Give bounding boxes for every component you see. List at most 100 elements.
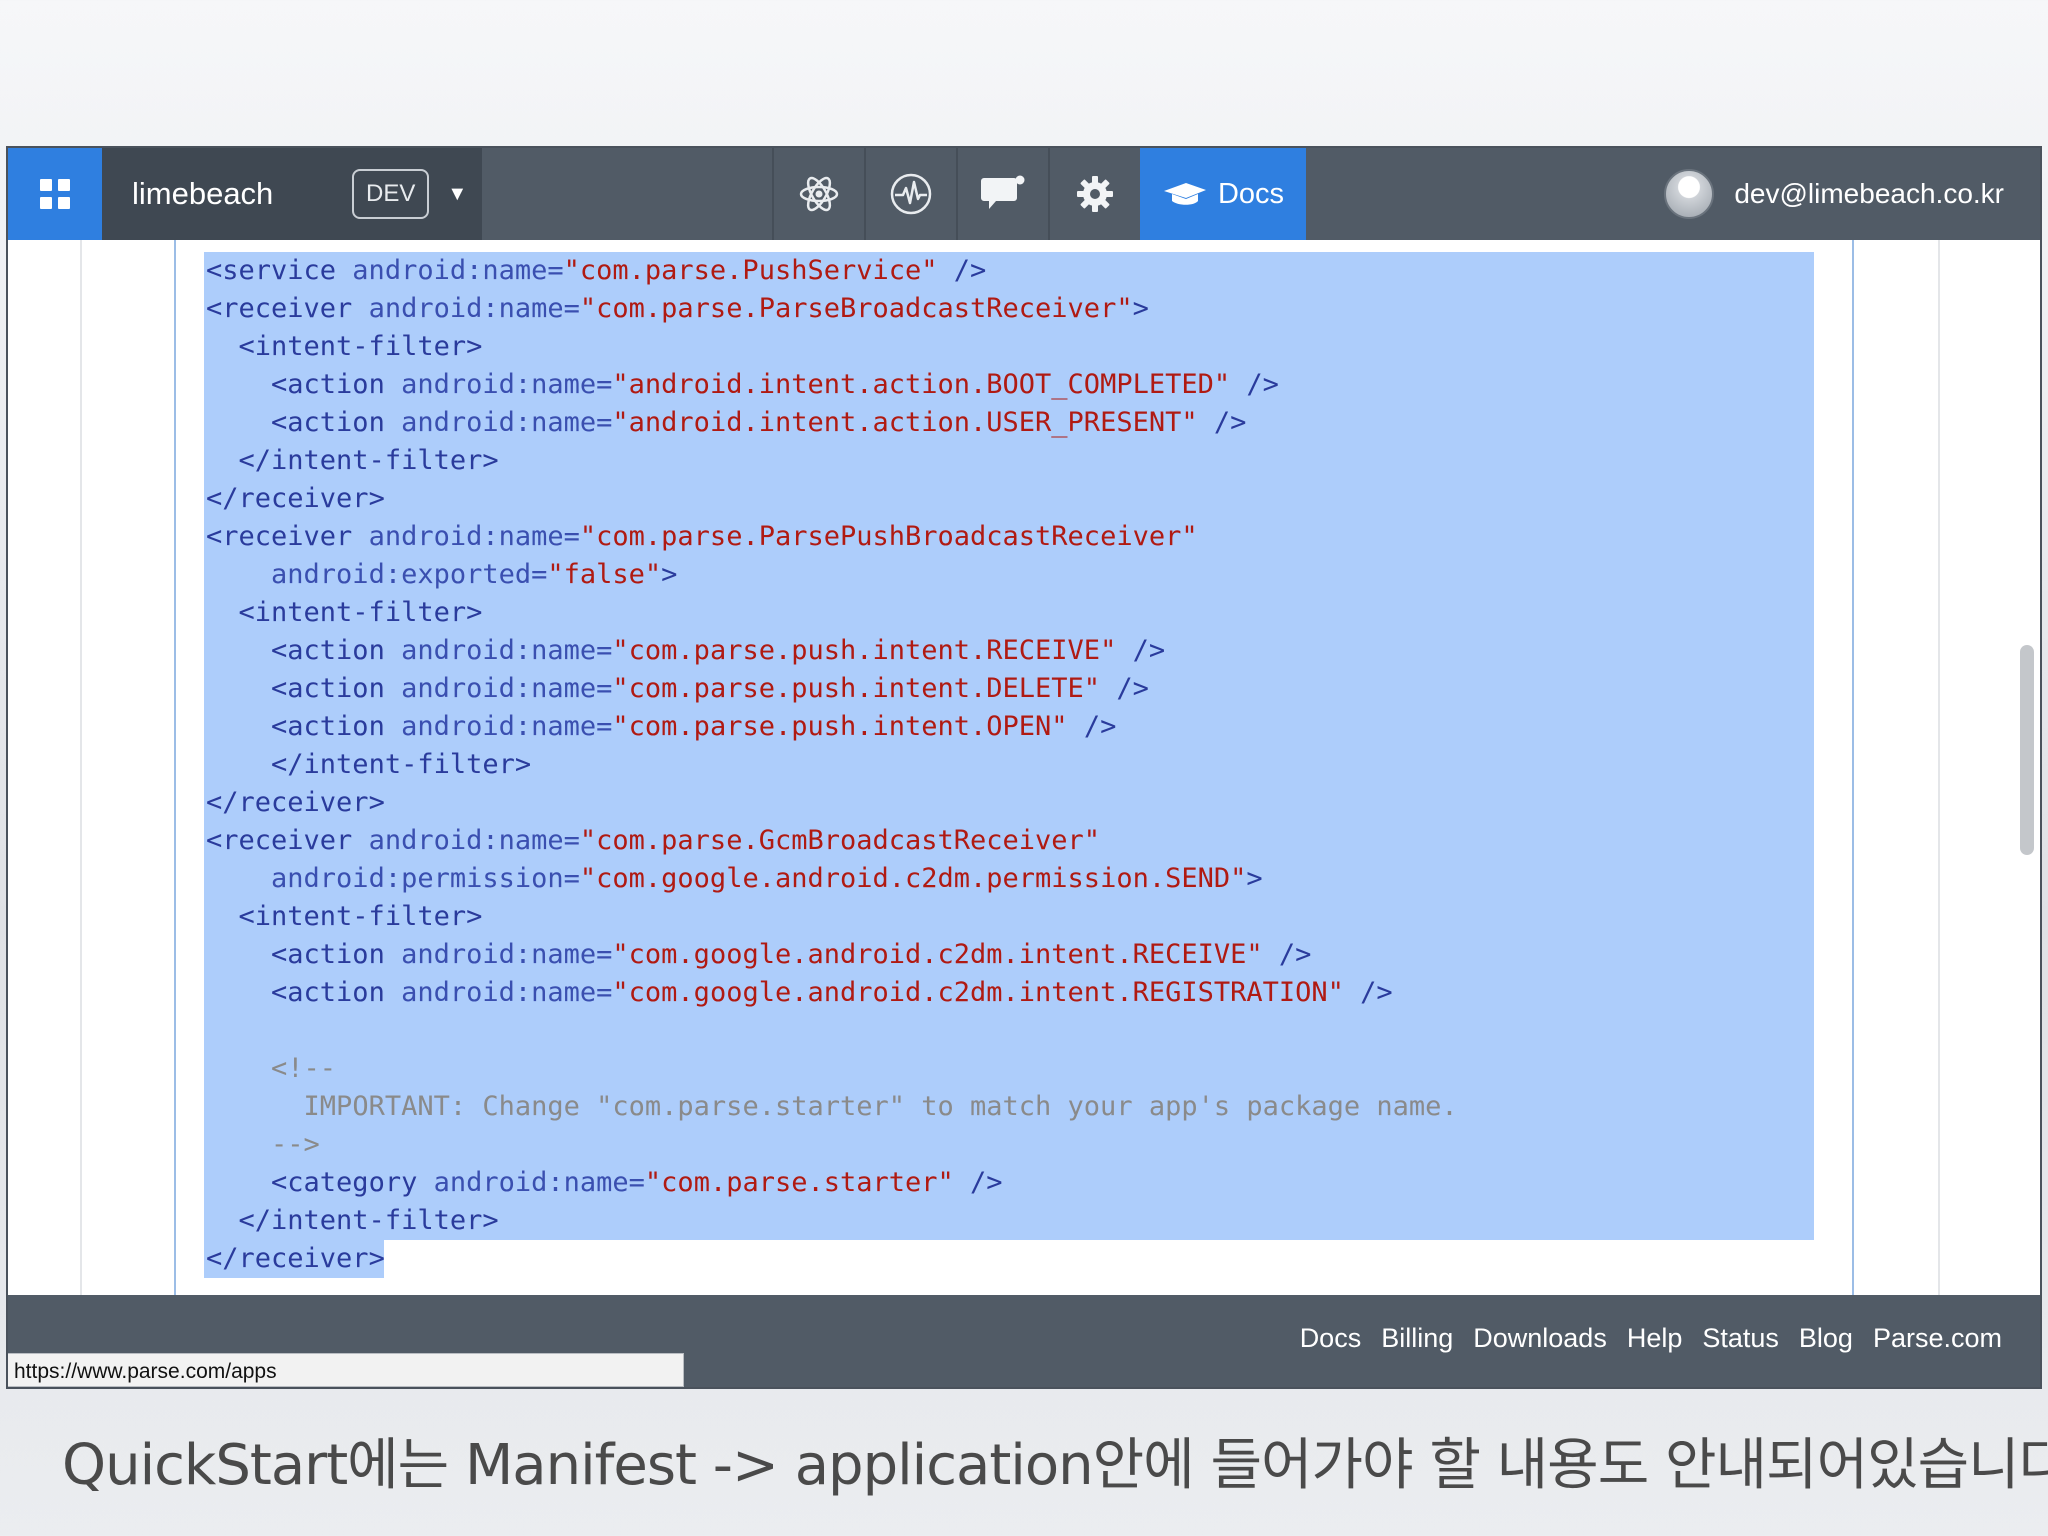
footer-link-downloads[interactable]: Downloads (1473, 1323, 1607, 1354)
environment-badge[interactable]: DEV (352, 169, 430, 219)
content-area: <service android:name="com.parse.PushSer… (8, 240, 2040, 1295)
docs-button[interactable]: Docs (1140, 148, 1306, 240)
code-value: "com.parse.ParseBroadcastReceiver" (579, 293, 1133, 324)
grid-icon (40, 179, 70, 209)
code-line: <intent-filter> (206, 594, 1856, 632)
code-line: </receiver> (206, 1240, 1856, 1278)
code-tag: </intent-filter (238, 445, 483, 476)
code-value: "com.parse.GcmBroadcastReceiver" (579, 825, 1101, 856)
footer-link-help[interactable]: Help (1627, 1323, 1683, 1354)
code-line: </intent-filter> (206, 442, 1856, 480)
code-tag-end: /> (1100, 673, 1149, 704)
code-tag-end: /> (1197, 407, 1247, 438)
code-line: </receiver> (206, 480, 1856, 518)
code-attr: android:name= (384, 977, 613, 1008)
code-comment: --> (271, 1129, 320, 1160)
code-attr: android:name= (352, 521, 580, 552)
code-tag-end: /> (1230, 369, 1279, 400)
status-bar-url: https://www.parse.com/apps (8, 1353, 684, 1387)
code-value: "android.intent.action.BOOT_COMPLETED" (612, 369, 1231, 400)
code-value: "false" (547, 559, 662, 590)
code-comment: IMPORTANT: Change "com.parse.starter" to… (303, 1091, 1458, 1122)
code-attr: android:name= (417, 1167, 645, 1198)
code-attr: android:name= (384, 369, 613, 400)
code-line: </receiver> (206, 784, 1856, 822)
code-block[interactable]: <service android:name="com.parse.PushSer… (206, 252, 1856, 1278)
code-line: <!-- (206, 1050, 1856, 1088)
code-attr: android:name= (352, 825, 580, 856)
code-tag: </receiver (206, 1243, 369, 1274)
caret-down-icon[interactable]: ▼ (447, 183, 467, 206)
code-value: "com.google.android.c2dm.intent.RECEIVE" (612, 939, 1263, 970)
slide-caption: QuickStart에는 Manifest -> application안에 들… (62, 1433, 2048, 1498)
code-tag: <action (271, 977, 385, 1008)
footer-link-docs[interactable]: Docs (1300, 1323, 1362, 1354)
analytics-pulse-icon (890, 173, 932, 215)
push-button[interactable] (956, 148, 1048, 240)
code-tag: </receiver (206, 483, 369, 514)
code-tag: <action (271, 673, 385, 704)
code-tag: <receiver (206, 293, 353, 324)
code-value: "android.intent.action.USER_PRESENT" (612, 407, 1198, 438)
code-line: <receiver android:name="com.parse.GcmBro… (206, 822, 1856, 860)
code-tag-end: /> (1262, 939, 1312, 970)
code-tag-end: /> (953, 1167, 1003, 1198)
footer-link-billing[interactable]: Billing (1381, 1323, 1453, 1354)
code-line: <intent-filter> (206, 898, 1856, 936)
footer-link-parse-com[interactable]: Parse.com (1873, 1323, 2002, 1354)
graduation-cap-icon (1163, 183, 1206, 205)
code-tag-end: > (368, 787, 385, 818)
footer-link-blog[interactable]: Blog (1799, 1323, 1853, 1354)
code-tag: <category (271, 1167, 418, 1198)
scrollbar[interactable] (2020, 645, 2034, 855)
app-selector[interactable]: limebeach DEV ▼ (102, 148, 482, 240)
code-tag: <action (271, 711, 385, 742)
footer-links: Docs Billing Downloads Help Status Blog Parse.… (1300, 1323, 2002, 1354)
push-chat-icon (981, 175, 1025, 209)
code-line: <category android:name="com.parse.starte… (206, 1164, 1856, 1202)
code-line: <action android:name="com.parse.push.int… (206, 708, 1856, 746)
settings-gear-icon (1077, 176, 1113, 212)
code-tag: </receiver (206, 787, 369, 818)
code-line: android:exported="false"> (206, 556, 1856, 594)
footer-link-status[interactable]: Status (1702, 1323, 1779, 1354)
code-tag-end: > (482, 445, 499, 476)
code-tag: <service (206, 255, 337, 286)
code-line: IMPORTANT: Change "com.parse.starter" to… (206, 1088, 1856, 1126)
code-value: "com.parse.ParsePushBroadcastReceiver" (579, 521, 1198, 552)
analytics-button[interactable] (864, 148, 956, 240)
core-button[interactable] (772, 148, 864, 240)
code-attr: android:name= (384, 407, 613, 438)
top-navigation-bar: limebeach DEV ▼ Docs dev@limebeach.co.kr (8, 148, 2040, 240)
code-line: <action android:name="android.intent.act… (206, 366, 1856, 404)
code-value: "com.parse.starter" (644, 1167, 954, 1198)
code-tag: <intent-filter (238, 901, 467, 932)
avatar[interactable] (1664, 169, 1715, 219)
code-value: "com.google.android.c2dm.intent.REGISTRA… (612, 977, 1344, 1008)
code-tag-end: > (368, 1243, 385, 1274)
code-tag-end: > (466, 331, 483, 362)
settings-button[interactable] (1048, 148, 1140, 240)
code-tag: <intent-filter (238, 597, 467, 628)
app-name: limebeach (132, 176, 274, 211)
apps-menu-button[interactable] (8, 148, 102, 240)
code-tag-end: > (1132, 293, 1149, 324)
code-tag-end: > (661, 559, 678, 590)
code-value: "com.parse.push.intent.OPEN" (612, 711, 1068, 742)
user-menu[interactable]: dev@limebeach.co.kr (1306, 148, 2040, 240)
docs-label: Docs (1217, 177, 1285, 210)
user-email[interactable]: dev@limebeach.co.kr (1734, 178, 2004, 210)
